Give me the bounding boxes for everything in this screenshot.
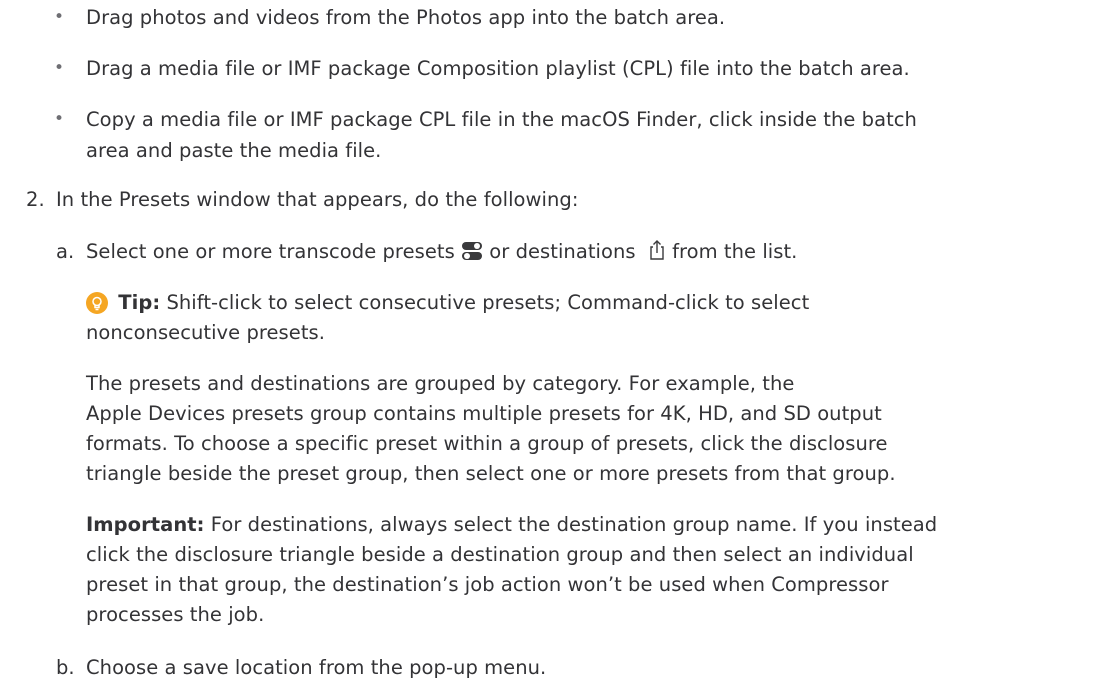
substep-b-text: Choose a save location from the pop-up m…	[86, 656, 547, 679]
important-line-2: click the disclosure triangle beside a d…	[86, 543, 914, 566]
grouping-paragraph-line-2: Apple Devices presets group contains mul…	[86, 402, 882, 425]
bullet-marker: •	[54, 58, 65, 78]
toggle-switches-icon	[461, 241, 483, 267]
bullet-item-2: Drag a media file or IMF package Composi…	[86, 57, 910, 80]
step-2-text: In the Presets window that appears, do t…	[56, 188, 579, 211]
tip-line-2: nonconsecutive presets.	[86, 321, 325, 344]
grouping-paragraph-line-4: triangle beside the preset group, then s…	[86, 462, 896, 485]
share-icon	[648, 239, 666, 267]
grouping-paragraph-line-3: formats. To choose a specific preset wit…	[86, 432, 888, 455]
substep-a-text-after: from the list.	[672, 240, 798, 263]
lightbulb-icon	[86, 292, 108, 314]
bullet-item-1: Drag photos and videos from the Photos a…	[86, 6, 726, 29]
bullet-marker: •	[54, 7, 65, 27]
substep-a-text: Select one or more transcode presets or …	[86, 239, 797, 267]
tip-text-1: Shift-click to select consecutive preset…	[166, 291, 810, 314]
substep-marker: a.	[56, 240, 75, 263]
bullet-marker: •	[54, 109, 65, 129]
substep-a-text-before: Select one or more transcode presets	[86, 240, 455, 263]
important-text-1: For destinations, always select the dest…	[210, 513, 938, 536]
important-line-3: preset in that group, the destination’s …	[86, 573, 889, 596]
document-page: • Drag photos and videos from the Photos…	[0, 0, 1093, 692]
substep-marker: b.	[56, 656, 75, 679]
tip-line-1: Tip: Shift-click to select consecutive p…	[86, 290, 809, 315]
tip-label: Tip:	[118, 291, 161, 314]
substep-a-text-middle: or destinations	[489, 240, 636, 263]
grouping-paragraph-line-1: The presets and destinations are grouped…	[86, 372, 795, 395]
step-number: 2.	[26, 188, 45, 211]
bullet-item-3-line-1: Copy a media file or IMF package CPL fil…	[86, 108, 917, 131]
important-line-4: processes the job.	[86, 603, 265, 626]
important-line-1: Important: For destinations, always sele…	[86, 512, 937, 537]
important-label: Important:	[86, 513, 205, 536]
bullet-item-3-line-2: area and paste the media file.	[86, 139, 382, 162]
